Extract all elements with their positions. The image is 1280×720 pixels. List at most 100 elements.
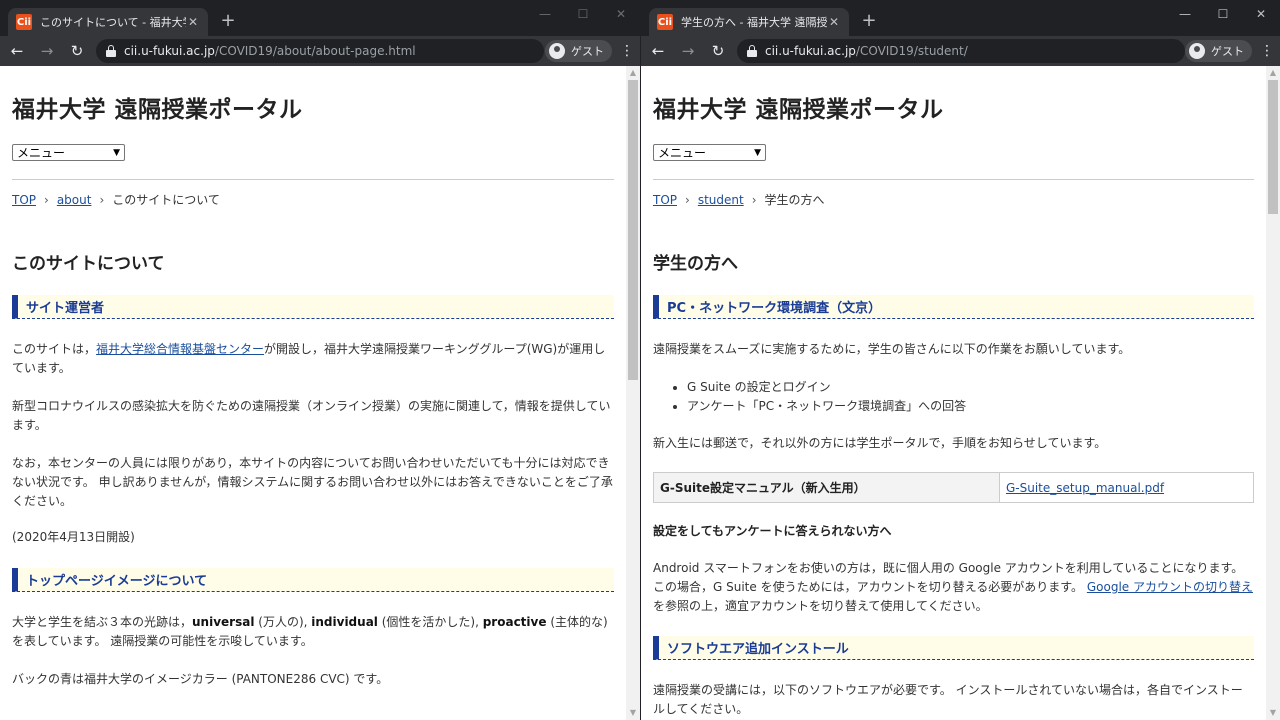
chevron-down-icon: ▼ xyxy=(754,147,761,158)
close-window-icon[interactable]: ✕ xyxy=(1242,0,1280,28)
section-heading-software-install: ソフトウエア追加インストール xyxy=(653,636,1254,660)
scrollbar-thumb[interactable] xyxy=(628,80,638,380)
tab-close-icon[interactable]: ✕ xyxy=(186,15,200,29)
menu-dots-icon[interactable]: ⋮ xyxy=(1256,43,1278,59)
close-window-icon[interactable]: ✕ xyxy=(602,0,640,28)
browser-toolbar: ← → ↻ cii.u-fukui.ac.jp/COVID19/about/ab… xyxy=(0,36,640,66)
new-tab-icon[interactable]: + xyxy=(859,11,879,31)
scroll-up-icon[interactable]: ▲ xyxy=(626,66,640,80)
chevron-down-icon: ▼ xyxy=(113,147,120,158)
forward-icon[interactable]: → xyxy=(675,38,701,64)
browser-window-right: Cii 学生の方へ - 福井大学 遠隔授業ポータル ✕ + — ☐ ✕ ← → … xyxy=(641,0,1280,720)
minimize-icon[interactable]: — xyxy=(1166,0,1204,28)
site-title[interactable]: 福井大学 遠隔授業ポータル xyxy=(653,90,944,124)
browser-tab[interactable]: Cii このサイトについて - 福井大学 遠隔授業ポータル ✕ xyxy=(8,8,208,36)
back-icon[interactable]: ← xyxy=(645,38,671,64)
maximize-icon[interactable]: ☐ xyxy=(1204,0,1242,28)
scrollbar-thumb[interactable] xyxy=(1268,80,1278,214)
breadcrumb-top-link[interactable]: TOP xyxy=(653,193,677,207)
subheading-survey-trouble: 設定をしてもアンケートに答えられない方へ xyxy=(653,524,892,538)
avatar-icon xyxy=(549,43,565,59)
tab-close-icon[interactable]: ✕ xyxy=(827,15,841,29)
paragraph-light-trails: 大学と学生を結ぶ３本の光跡は，universal (万人の), individu… xyxy=(12,613,614,651)
cii-center-link[interactable]: 福井大学総合情報基盤センター xyxy=(96,342,264,356)
profile-button[interactable]: ゲスト xyxy=(1185,40,1252,62)
page-viewport: 福井大学 遠隔授業ポータル メニュー ▼ TOP › student › 学生の… xyxy=(641,66,1266,720)
tab-title: このサイトについて - 福井大学 遠隔授業ポータル xyxy=(40,16,186,29)
site-favicon-icon: Cii xyxy=(16,14,32,30)
breadcrumb-separator-icon: › xyxy=(685,192,690,207)
keyword: individual xyxy=(311,615,378,629)
menu-select-value: メニュー xyxy=(17,146,66,160)
back-icon[interactable]: ← xyxy=(4,38,30,64)
window-controls: — ☐ ✕ xyxy=(526,0,640,28)
browser-toolbar: ← → ↻ cii.u-fukui.ac.jp/COVID19/student/… xyxy=(641,36,1280,66)
section-heading-text: サイト運営者 xyxy=(26,301,105,316)
tab-title: 学生の方へ - 福井大学 遠隔授業ポータル xyxy=(681,16,828,29)
address-bar[interactable]: cii.u-fukui.ac.jp/COVID19/about/about-pa… xyxy=(96,39,544,63)
text: 大学と学生を結ぶ３本の光跡は， xyxy=(12,615,193,629)
browser-tab[interactable]: Cii 学生の方へ - 福井大学 遠隔授業ポータル ✕ xyxy=(649,8,849,36)
text: このサイトは， xyxy=(12,342,97,356)
url-path: /COVID19/student/ xyxy=(855,44,968,58)
breadcrumb-separator-icon: › xyxy=(44,192,49,207)
text: を参照の上，適宜アカウントを切り替えて使用してください。 xyxy=(653,599,988,613)
section-heading-top-image: トップページイメージについて xyxy=(12,568,614,592)
task-list: G Suite の設定とログイン アンケート「PC・ネットワーク環境調査」への回… xyxy=(687,378,966,416)
list-item: G Suite の設定とログイン xyxy=(687,378,966,397)
profile-button[interactable]: ゲスト xyxy=(545,40,612,62)
section-heading-operator: サイト運営者 xyxy=(12,295,614,319)
paragraph-operator: このサイトは，福井大学総合情報基盤センターが開設し，福井大学遠隔授業ワーキンググ… xyxy=(12,340,614,378)
scroll-up-icon[interactable]: ▲ xyxy=(1266,66,1280,80)
scrollbar[interactable]: ▲ ▼ xyxy=(1266,66,1280,720)
manual-label: G-Suite設定マニュアル（新入生用） xyxy=(654,473,1000,502)
section-heading-network-survey: PC・ネットワーク環境調査（文京） xyxy=(653,295,1254,319)
avatar-icon xyxy=(1189,43,1205,59)
paragraph-android-account: Android スマートフォンをお使いの方は，既に個人用の Google アカウ… xyxy=(653,559,1254,616)
text: (万人の), xyxy=(254,615,312,629)
paragraph-request: 遠隔授業をスムーズに実施するために，学生の皆さんに以下の作業をお願いしています。 xyxy=(653,342,1131,356)
keyword: universal xyxy=(192,615,255,629)
manual-table-row: G-Suite設定マニュアル（新入生用） G-Suite_setup_manua… xyxy=(653,472,1254,503)
profile-label: ゲスト xyxy=(571,45,604,58)
url-host: cii.u-fukui.ac.jp xyxy=(124,44,215,58)
url-path: /COVID19/about/about-page.html xyxy=(214,44,416,58)
manual-pdf-link[interactable]: G-Suite_setup_manual.pdf xyxy=(1000,473,1253,502)
text: (個性を活かした), xyxy=(377,615,483,629)
breadcrumb: TOP › student › 学生の方へ xyxy=(653,191,825,208)
breadcrumb-student-link[interactable]: student xyxy=(698,193,744,207)
breadcrumb-top-link[interactable]: TOP xyxy=(12,193,36,207)
keyword: proactive xyxy=(482,615,547,629)
page-title: このサイトについて xyxy=(12,254,165,274)
menu-dots-icon[interactable]: ⋮ xyxy=(616,43,638,59)
site-favicon-icon: Cii xyxy=(657,14,673,30)
menu-select[interactable]: メニュー ▼ xyxy=(12,144,125,161)
scroll-down-icon[interactable]: ▼ xyxy=(1266,706,1280,720)
address-bar[interactable]: cii.u-fukui.ac.jp/COVID19/student/ xyxy=(737,39,1185,63)
profile-label: ゲスト xyxy=(1211,45,1244,58)
page-title: 学生の方へ xyxy=(653,254,738,274)
breadcrumb-current: 学生の方へ xyxy=(764,193,825,207)
breadcrumb-separator-icon: › xyxy=(751,192,757,207)
scrollbar[interactable]: ▲ ▼ xyxy=(626,66,640,720)
reload-icon[interactable]: ↻ xyxy=(705,38,731,64)
paragraph-notice: なお，本センターの人員には限りがあり，本サイトの内容についてお問い合わせいただい… xyxy=(12,456,613,508)
page-viewport: 福井大学 遠隔授業ポータル メニュー ▼ TOP › about › このサイト… xyxy=(0,66,626,720)
breadcrumb-about-link[interactable]: about xyxy=(57,193,92,207)
paragraph-purpose: 新型コロナウイルスの感染拡大を防ぐための遠隔授業（オンライン授業）の実施に関連し… xyxy=(12,399,611,432)
minimize-icon[interactable]: — xyxy=(526,0,564,28)
menu-select[interactable]: メニュー ▼ xyxy=(653,144,766,161)
reload-icon[interactable]: ↻ xyxy=(64,38,90,64)
menu-select-value: メニュー xyxy=(658,146,707,160)
lock-icon xyxy=(106,45,116,57)
google-account-switch-link[interactable]: Google アカウントの切り替え xyxy=(1087,580,1253,594)
site-title[interactable]: 福井大学 遠隔授業ポータル xyxy=(12,90,303,124)
divider xyxy=(12,179,614,180)
breadcrumb-current: このサイトについて xyxy=(112,193,220,207)
new-tab-icon[interactable]: + xyxy=(218,11,238,31)
titlebar: Cii このサイトについて - 福井大学 遠隔授業ポータル ✕ + — ☐ ✕ xyxy=(0,0,640,36)
section-heading-text: PC・ネットワーク環境調査（文京） xyxy=(667,301,882,316)
maximize-icon[interactable]: ☐ xyxy=(564,0,602,28)
scroll-down-icon[interactable]: ▼ xyxy=(626,706,640,720)
forward-icon[interactable]: → xyxy=(34,38,60,64)
